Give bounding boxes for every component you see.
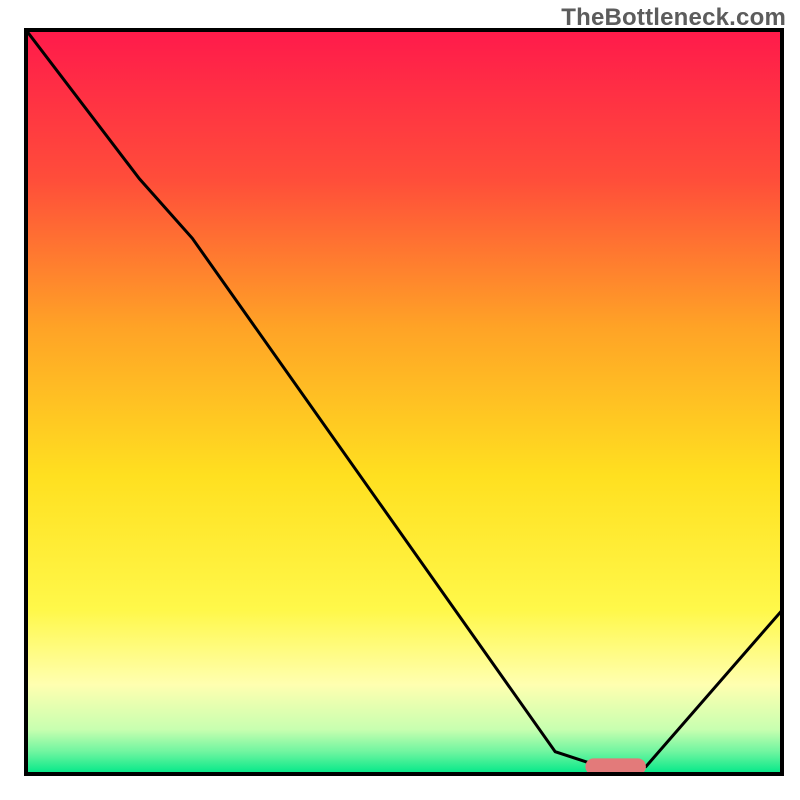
plot-background [26, 30, 782, 774]
chart-container: TheBottleneck.com [0, 0, 800, 800]
watermark-text: TheBottleneck.com [561, 4, 786, 32]
bottleneck-chart [0, 0, 800, 800]
